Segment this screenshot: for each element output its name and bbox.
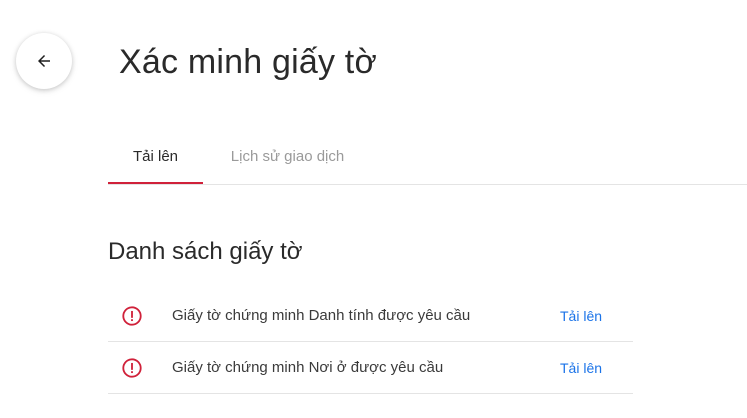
document-list: Giấy tờ chứng minh Danh tính được yêu cầ… <box>108 290 633 394</box>
page-title: Xác minh giấy tờ <box>119 43 377 81</box>
tab-bar: Tải lên Lịch sử giao dịch <box>108 130 747 185</box>
list-item: Giấy tờ chứng minh Nơi ở được yêu cầu Tả… <box>108 342 633 394</box>
back-button[interactable] <box>16 33 72 89</box>
upload-link[interactable]: Tải lên <box>560 308 602 324</box>
verification-page: Xác minh giấy tờ Tải lên Lịch sử giao dị… <box>0 0 747 418</box>
tab-upload[interactable]: Tải lên <box>108 130 203 184</box>
document-label: Giấy tờ chứng minh Danh tính được yêu cầ… <box>172 307 471 324</box>
upload-link[interactable]: Tải lên <box>560 360 602 376</box>
list-item: Giấy tờ chứng minh Danh tính được yêu cầ… <box>108 290 633 342</box>
section-title: Danh sách giấy tờ <box>108 238 303 265</box>
arrow-left-icon <box>38 55 50 67</box>
document-label: Giấy tờ chứng minh Nơi ở được yêu cầu <box>172 359 444 376</box>
alert-circle-icon <box>122 305 142 326</box>
alert-circle-icon <box>122 357 142 378</box>
tab-transaction-history[interactable]: Lịch sử giao dịch <box>218 130 357 183</box>
